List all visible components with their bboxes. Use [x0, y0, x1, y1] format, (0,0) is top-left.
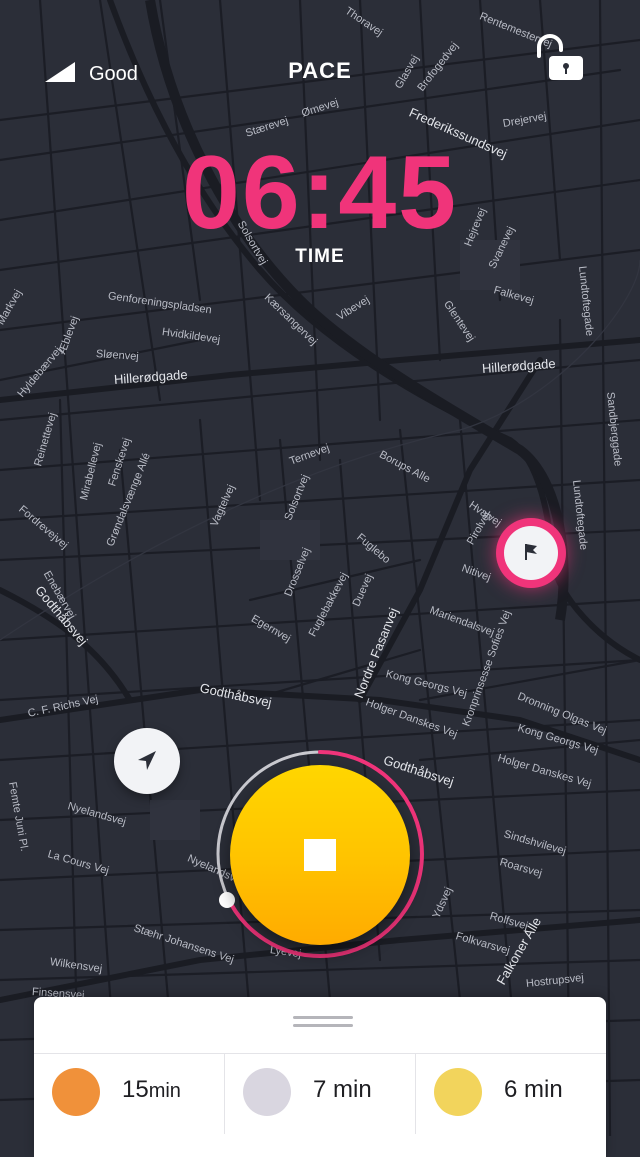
top-bar: Good PACE: [0, 0, 640, 140]
summary-item-yellow[interactable]: 6 min: [416, 1054, 606, 1134]
timer-value: 06:45: [182, 135, 458, 251]
summary-item-grey[interactable]: 7 min: [225, 1054, 415, 1134]
summary-value: 7 min: [313, 1076, 372, 1103]
summary-value: 6 min: [504, 1076, 563, 1103]
drag-handle[interactable]: [293, 1016, 353, 1030]
progress-handle[interactable]: [219, 892, 235, 908]
grey-dot-icon: [243, 1068, 291, 1116]
destination-flag-marker[interactable]: [496, 518, 566, 588]
navigation-arrow-icon: [138, 751, 156, 770]
summary-item-orange[interactable]: 15min: [34, 1054, 224, 1134]
timer-label: TIME: [295, 246, 345, 267]
stop-icon: [304, 839, 336, 871]
summary-unit: min: [148, 1080, 181, 1102]
unlocked-padlock-icon[interactable]: [535, 34, 585, 82]
recenter-location-button[interactable]: [114, 728, 180, 794]
yellow-dot-icon: [434, 1068, 482, 1116]
summary-panel[interactable]: 15min 7 min 6 min: [34, 997, 606, 1157]
summary-value: 15: [122, 1076, 149, 1103]
stop-button[interactable]: [230, 765, 410, 945]
orange-dot-icon: [52, 1068, 100, 1116]
flag-icon: [525, 544, 537, 560]
